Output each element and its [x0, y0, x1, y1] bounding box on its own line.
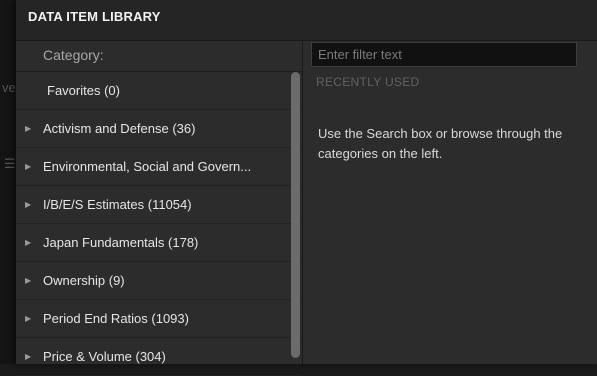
triangle-right-icon[interactable]: ▶: [25, 300, 31, 337]
category-item-activism-and-defense[interactable]: ▶ Activism and Defense (36): [16, 110, 302, 148]
category-item-japan-fundamentals[interactable]: ▶ Japan Fundamentals (178): [16, 224, 302, 262]
panel-title-bar: DATA ITEM LIBRARY: [16, 0, 597, 41]
background-strip: ve ☰: [0, 0, 16, 364]
category-item-esg[interactable]: ▶ Environmental, Social and Govern...: [16, 148, 302, 186]
recently-used-heading: RECENTLY USED: [316, 75, 420, 89]
triangle-right-icon[interactable]: ▶: [25, 262, 31, 299]
category-item-favorites[interactable]: Favorites (0): [16, 72, 302, 110]
filter-text-input[interactable]: [311, 42, 577, 67]
category-item-ownership[interactable]: ▶ Ownership (9): [16, 262, 302, 300]
triangle-right-icon[interactable]: ▶: [25, 148, 31, 185]
data-item-library-panel: DATA ITEM LIBRARY Category: Favorites (0…: [16, 0, 597, 376]
category-scrollbar[interactable]: [291, 72, 300, 358]
triangle-right-icon[interactable]: ▶: [25, 338, 31, 375]
triangle-right-icon[interactable]: ▶: [25, 224, 31, 261]
category-item-label: Environmental, Social and Govern...: [43, 159, 252, 174]
triangle-right-icon[interactable]: ▶: [25, 186, 31, 223]
category-item-label: Japan Fundamentals (178): [43, 235, 199, 250]
category-item-label: Period End Ratios (1093): [43, 311, 189, 326]
menu-icon: ☰: [4, 156, 16, 171]
category-item-label: Activism and Defense (36): [43, 121, 196, 136]
category-item-ibes-estimates[interactable]: ▶ I/B/E/S Estimates (11054): [16, 186, 302, 224]
category-item-label: I/B/E/S Estimates (11054): [43, 197, 192, 212]
category-item-label: Favorites (0): [47, 83, 120, 98]
category-label: Category:: [43, 47, 104, 63]
category-header: Category:: [16, 41, 302, 72]
scrollbar-thumb[interactable]: [291, 72, 300, 358]
category-item-label: Ownership (9): [43, 273, 125, 288]
category-list: Favorites (0) ▶ Activism and Defense (36…: [16, 72, 302, 376]
triangle-right-icon[interactable]: ▶: [25, 110, 31, 147]
category-column: Category: Favorites (0) ▶ Activism and D…: [16, 41, 302, 376]
category-item-price-and-volume[interactable]: ▶ Price & Volume (304): [16, 338, 302, 376]
panel-title: DATA ITEM LIBRARY: [28, 9, 161, 24]
help-message: Use the Search box or browse through the…: [318, 126, 563, 161]
column-divider: [302, 41, 303, 364]
category-item-label: Price & Volume (304): [43, 349, 166, 364]
category-item-period-end-ratios[interactable]: ▶ Period End Ratios (1093): [16, 300, 302, 338]
background-text-fragment: ve: [2, 80, 16, 95]
